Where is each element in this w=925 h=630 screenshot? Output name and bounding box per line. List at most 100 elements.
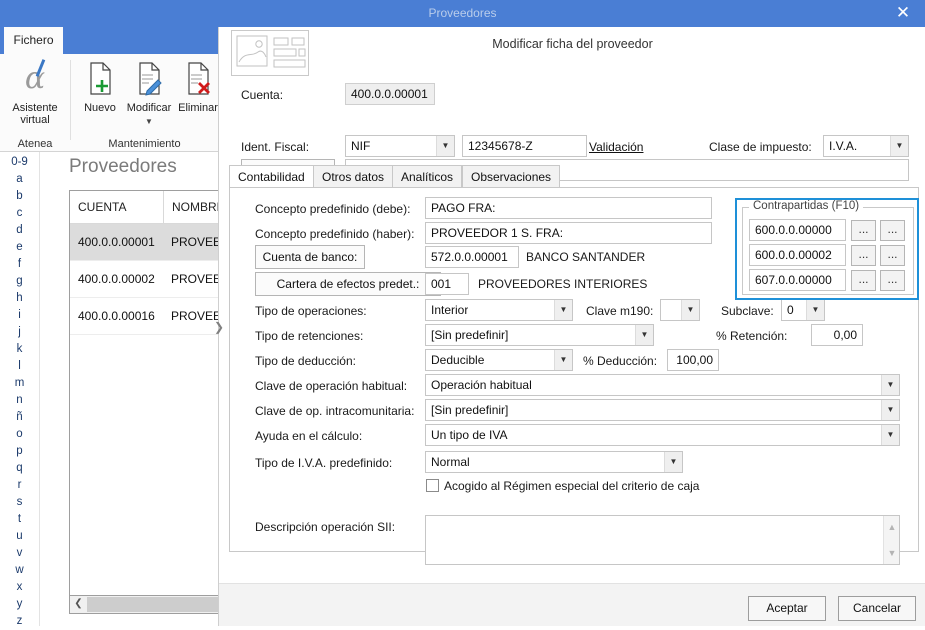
alphabet-item-b[interactable]: b — [0, 188, 39, 205]
cartera-efectos-field[interactable]: 001 — [425, 273, 469, 295]
clave-m190-select[interactable]: ▼ — [660, 299, 700, 321]
cuenta-banco-field[interactable]: 572.0.0.00001 — [425, 246, 519, 268]
chevron-down-icon[interactable]: ▼ — [881, 400, 899, 420]
asistente-virtual-button[interactable]: α Asistente virtual — [9, 58, 61, 130]
tab-observaciones[interactable]: Observaciones — [462, 165, 561, 188]
alphabet-item-l[interactable]: l — [0, 358, 39, 375]
alphabet-item-n[interactable]: n — [0, 392, 39, 409]
contrapartida-browse-button-3b[interactable]: ... — [880, 270, 905, 291]
contrapartida-browse-button-2b[interactable]: ... — [880, 245, 905, 266]
chevron-left-icon[interactable]: ❮ — [70, 596, 87, 612]
alphabet-item-ñ[interactable]: ñ — [0, 409, 39, 426]
contrapartida-browse-button-1a[interactable]: ... — [851, 220, 876, 241]
chevron-down-icon[interactable]: ▼ — [806, 300, 824, 320]
alphabet-item-e[interactable]: e — [0, 239, 39, 256]
alphabet-item-g[interactable]: g — [0, 273, 39, 290]
tipo-iva-value: Normal — [431, 455, 470, 469]
alphabet-item-x[interactable]: x — [0, 579, 39, 596]
alphabet-item-p[interactable]: p — [0, 443, 39, 460]
contrapartida-field-2[interactable]: 600.0.0.00002 — [749, 244, 846, 266]
tipo-retenciones-select[interactable]: [Sin predefinir] ▼ — [425, 324, 654, 346]
column-header-cuenta[interactable]: CUENTA — [70, 191, 163, 223]
cuenta-banco-description: BANCO SANTANDER — [526, 250, 646, 264]
ribbon-tab-fichero[interactable]: Fichero — [4, 27, 63, 54]
tipo-iva-select[interactable]: Normal ▼ — [425, 451, 683, 473]
alphabet-item-s[interactable]: s — [0, 494, 39, 511]
chevron-down-icon[interactable]: ▼ — [681, 300, 699, 320]
chevron-down-icon[interactable]: ▼ — [884, 546, 900, 560]
contrapartida-browse-button-1b[interactable]: ... — [880, 220, 905, 241]
alphabet-item-w[interactable]: w — [0, 562, 39, 579]
new-document-icon — [90, 62, 111, 95]
cuenta-banco-button[interactable]: Cuenta de banco: — [255, 245, 365, 269]
alphabet-item-u[interactable]: u — [0, 528, 39, 545]
alphabet-item-h[interactable]: h — [0, 290, 39, 307]
alphabet-item-r[interactable]: r — [0, 477, 39, 494]
ribbon-tab-strip: Fichero — [0, 27, 218, 54]
chevron-down-icon[interactable]: ▼ — [554, 350, 572, 370]
chevron-up-icon[interactable]: ▲ — [884, 520, 900, 534]
clave-op-habitual-select[interactable]: Operación habitual ▼ — [425, 374, 900, 396]
criterio-caja-checkbox[interactable] — [426, 479, 439, 492]
alphabet-item-y[interactable]: y — [0, 596, 39, 613]
descripcion-sii-textarea[interactable]: ▲ ▼ — [425, 515, 900, 565]
chevron-down-icon[interactable]: ▼ — [635, 325, 653, 345]
alphabet-item-f[interactable]: f — [0, 256, 39, 273]
alphabet-item-i[interactable]: i — [0, 307, 39, 324]
chevron-down-icon[interactable]: ▼ — [436, 136, 454, 156]
ayuda-calculo-select[interactable]: Un tipo de IVA ▼ — [425, 424, 900, 446]
alphabet-item-o[interactable]: o — [0, 426, 39, 443]
chevron-down-icon[interactable]: ▼ — [145, 117, 153, 126]
clave-op-habitual-label: Clave de operación habitual: — [255, 379, 408, 393]
pct-retencion-field[interactable]: 0,00 — [811, 324, 863, 346]
contrapartida-field-1[interactable]: 600.0.0.00000 — [749, 219, 846, 241]
alphabet-item-m[interactable]: m — [0, 375, 39, 392]
alphabet-item-d[interactable]: d — [0, 222, 39, 239]
alphabet-item-a[interactable]: a — [0, 171, 39, 188]
alphabet-item-z[interactable]: z — [0, 613, 39, 630]
alphabet-item-q[interactable]: q — [0, 460, 39, 477]
cancelar-button[interactable]: Cancelar — [838, 596, 916, 621]
aceptar-button[interactable]: Aceptar — [748, 596, 826, 621]
tipo-operaciones-select[interactable]: Interior ▼ — [425, 299, 573, 321]
ident-fiscal-field[interactable]: 12345678-Z — [462, 135, 587, 157]
contrapartida-field-3[interactable]: 607.0.0.00000 — [749, 269, 846, 291]
concepto-haber-label: Concepto predefinido (haber): — [255, 227, 415, 241]
alphabet-item-v[interactable]: v — [0, 545, 39, 562]
chevron-down-icon[interactable]: ▼ — [890, 136, 908, 156]
pct-deduccion-field[interactable]: 100,00 — [667, 349, 719, 371]
subclave-select[interactable]: 0 ▼ — [781, 299, 825, 321]
concepto-haber-field[interactable]: PROVEEDOR 1 S. FRA: — [425, 222, 712, 244]
ayuda-calculo-value: Un tipo de IVA — [431, 428, 508, 442]
cartera-efectos-button[interactable]: Cartera de efectos predet.: — [255, 272, 441, 296]
nuevo-button[interactable]: Nuevo — [74, 58, 126, 130]
alphabet-item-0-9[interactable]: 0-9 — [0, 154, 39, 171]
validacion-link[interactable]: Validación — [589, 140, 643, 154]
tab-otros-datos[interactable]: Otros datos — [313, 165, 394, 188]
chevron-down-icon[interactable]: ▼ — [881, 375, 899, 395]
chevron-right-icon[interactable]: ❯ — [213, 318, 225, 336]
alphabet-item-t[interactable]: t — [0, 511, 39, 528]
chevron-down-icon[interactable]: ▼ — [664, 452, 682, 472]
concepto-debe-field[interactable]: PAGO FRA: — [425, 197, 712, 219]
tab-contabilidad[interactable]: Contabilidad — [229, 165, 314, 188]
close-icon[interactable]: ✕ — [881, 0, 925, 27]
chevron-down-icon[interactable]: ▼ — [554, 300, 572, 320]
tab-analiticos[interactable]: Analíticos — [392, 165, 463, 188]
alphabet-item-j[interactable]: j — [0, 324, 39, 341]
contrapartida-browse-button-2a[interactable]: ... — [851, 245, 876, 266]
chevron-down-icon[interactable]: ▼ — [881, 425, 899, 445]
ident-fiscal-type-select[interactable]: NIF ▼ — [345, 135, 455, 157]
alphabet-item-k[interactable]: k — [0, 341, 39, 358]
clave-op-intracomunitaria-select[interactable]: [Sin predefinir] ▼ — [425, 399, 900, 421]
tipo-deduccion-select[interactable]: Deducible ▼ — [425, 349, 573, 371]
tipo-operaciones-label: Tipo de operaciones: — [255, 304, 367, 318]
sii-scrollbar[interactable]: ▲ ▼ — [883, 516, 899, 564]
alphabet-item-c[interactable]: c — [0, 205, 39, 222]
dialog-footer: Aceptar Cancelar — [219, 583, 925, 626]
clase-impuesto-select[interactable]: I.V.A. ▼ — [823, 135, 909, 157]
contrapartida-browse-button-3a[interactable]: ... — [851, 270, 876, 291]
contrapartidas-group: Contrapartidas (F10) 600.0.0.00000......… — [735, 198, 919, 300]
modificar-button[interactable]: Modificar ▼ — [123, 58, 175, 130]
eliminar-button[interactable]: Eliminar — [172, 58, 224, 130]
